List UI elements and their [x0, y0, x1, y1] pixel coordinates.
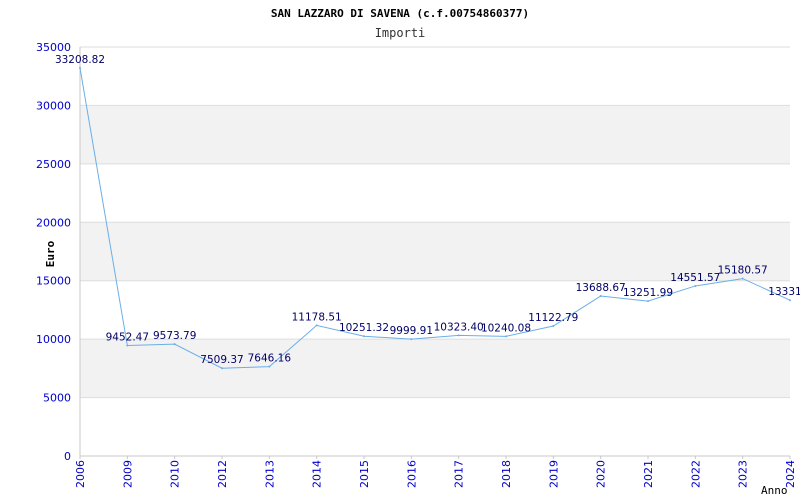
data-label: 11122.79 [528, 312, 578, 324]
y-tick-label: 15000 [36, 275, 71, 288]
data-point [268, 365, 271, 368]
data-point [221, 367, 223, 370]
x-tick-label: 2018 [500, 460, 513, 488]
data-label: 11178.51 [292, 311, 342, 323]
data-label: 15180.57 [718, 265, 768, 277]
data-point [552, 325, 555, 328]
data-point [315, 324, 318, 327]
data-point [741, 277, 744, 280]
y-tick-label: 20000 [36, 216, 71, 229]
data-point [789, 299, 791, 302]
x-axis-label: Anno [761, 484, 788, 497]
data-label: 9999.91 [390, 325, 433, 337]
data-point [694, 284, 697, 287]
data-point [647, 300, 649, 303]
data-label: 14551.57 [670, 272, 720, 284]
data-label: 13688.67 [576, 282, 626, 294]
y-tick-label: 0 [64, 450, 71, 463]
data-point [410, 338, 413, 341]
chart-subtitle: Importi [375, 26, 426, 40]
x-tick-label: 2021 [642, 460, 655, 488]
data-point [363, 335, 365, 338]
x-tick-label: 2013 [263, 460, 276, 488]
data-label: 9452.47 [106, 332, 149, 344]
data-point [126, 344, 129, 347]
line-chart: SAN LAZZARO DI SAVENA (c.f.00754860377) … [36, 7, 800, 497]
x-tick-label: 2023 [737, 460, 750, 488]
x-tick-label: 2010 [169, 460, 182, 488]
data-label: 10323.40 [434, 321, 484, 333]
data-label: 7509.37 [200, 354, 243, 366]
chart-title: SAN LAZZARO DI SAVENA (c.f.00754860377) [271, 7, 529, 20]
data-point [457, 334, 460, 337]
data-label: 33208.82 [55, 54, 105, 66]
data-point [79, 66, 81, 69]
x-tick-label: 2009 [121, 460, 134, 488]
y-tick-label: 5000 [43, 392, 71, 405]
data-label: 7646.16 [248, 353, 292, 365]
y-tick-label: 25000 [36, 158, 71, 171]
data-label: 10240.08 [481, 322, 531, 334]
x-tick-label: 2022 [689, 460, 702, 488]
grid-band [80, 339, 790, 398]
data-point [505, 335, 507, 338]
x-tick-label: 2012 [216, 460, 229, 488]
data-point [599, 295, 602, 298]
data-label: 10251.32 [339, 322, 389, 334]
y-tick-label: 35000 [36, 41, 71, 54]
data-point [173, 343, 176, 346]
x-tick-label: 2006 [74, 460, 87, 488]
y-tick-label: 30000 [36, 99, 71, 112]
data-label: 13331.8 [768, 286, 800, 298]
x-tick-label: 2017 [453, 460, 466, 488]
x-tick-label: 2015 [358, 460, 371, 488]
grid-band [80, 105, 790, 164]
y-axis-label: Euro [44, 240, 57, 267]
x-tick-label: 2019 [547, 460, 560, 488]
x-tick-label: 2016 [405, 460, 418, 488]
data-label: 9573.79 [153, 330, 196, 342]
x-tick-label: 2020 [595, 460, 608, 488]
data-label: 13251.99 [623, 287, 673, 299]
y-tick-label: 10000 [36, 333, 71, 346]
x-tick-label: 2014 [311, 460, 324, 488]
